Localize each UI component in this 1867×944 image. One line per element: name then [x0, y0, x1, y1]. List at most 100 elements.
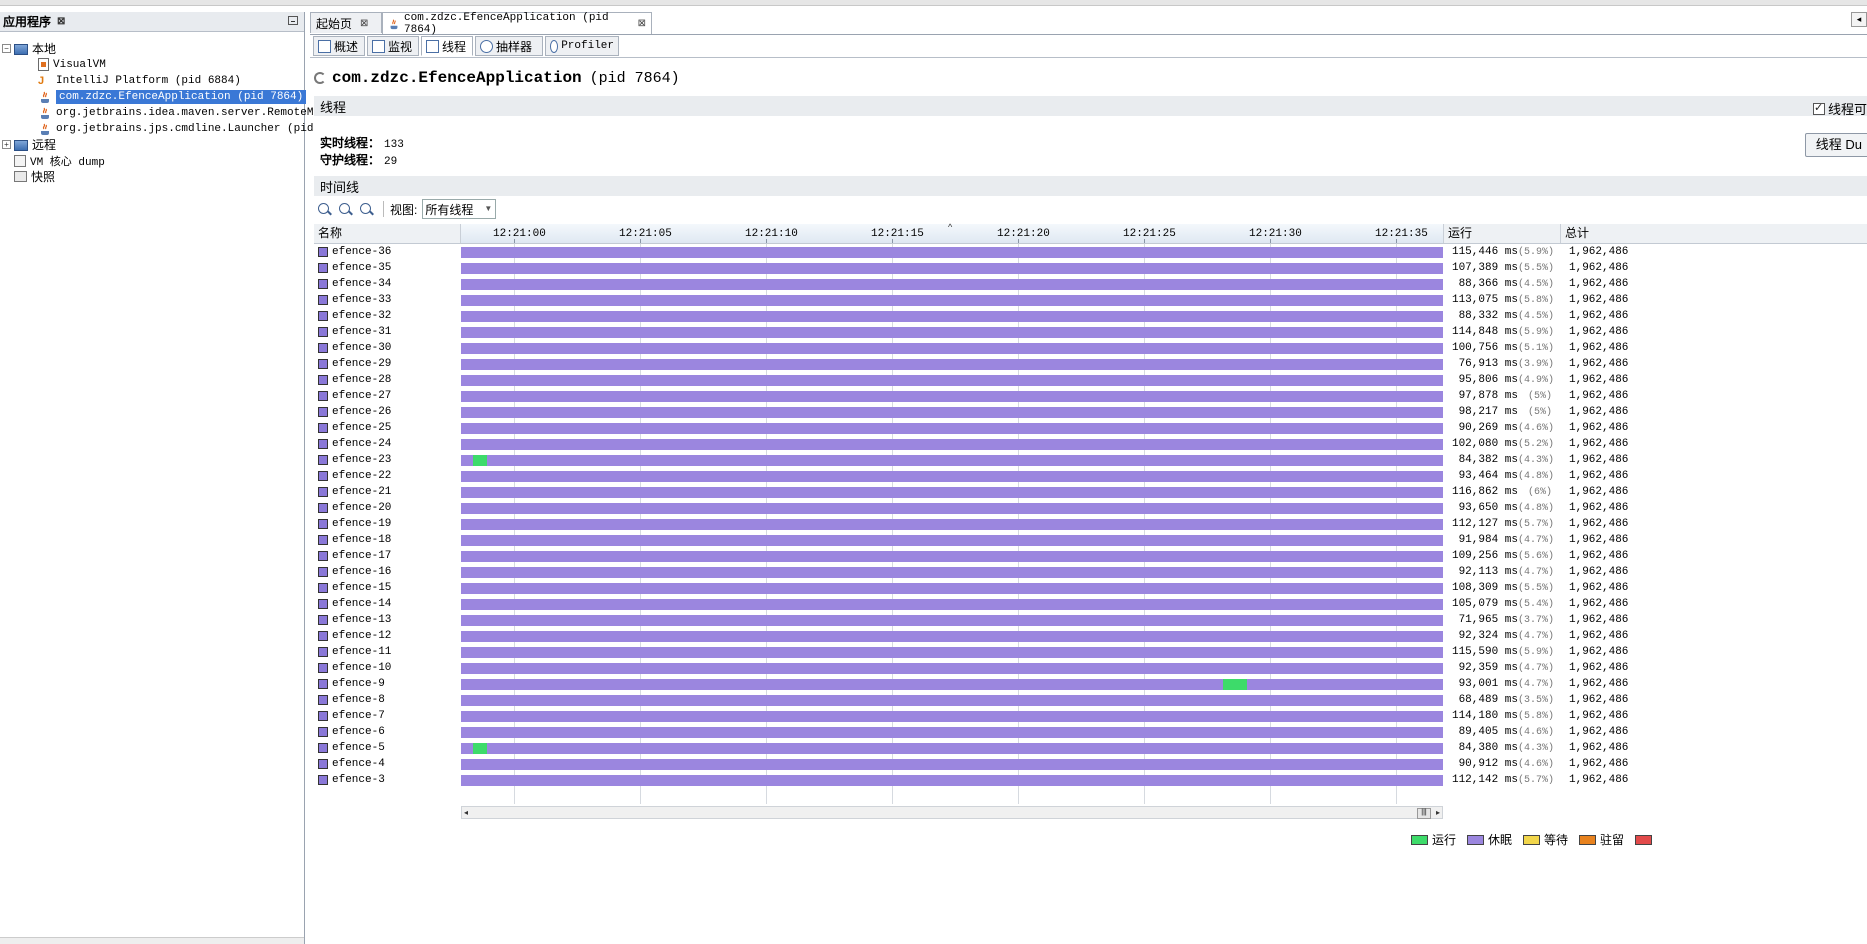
tree-node-snapshots[interactable]: 快照: [14, 168, 55, 185]
thread-row[interactable]: efence-24 102,080 ms(5.2%) 1,962,486: [314, 436, 1867, 452]
column-running-header[interactable]: 运行: [1443, 224, 1561, 243]
thread-name-cell: efence-32: [318, 310, 391, 322]
scroll-thumb[interactable]: |||: [1417, 808, 1431, 819]
tree-item-intellij[interactable]: J IntelliJ Platform (pid 6884): [38, 72, 241, 89]
tree-node-local[interactable]: − 本地: [2, 40, 56, 57]
thread-row[interactable]: efence-34 88,366 ms(4.5%) 1,962,486: [314, 276, 1867, 292]
close-icon[interactable]: ⊠: [360, 18, 368, 29]
thread-row[interactable]: efence-17 109,256 ms(5.6%) 1,962,486: [314, 548, 1867, 564]
horizontal-scrollbar[interactable]: [0, 937, 304, 944]
tab-efence-application[interactable]: com.zdzc.EfenceApplication (pid 7864) ⊠: [382, 12, 652, 36]
thread-state-icon: [318, 455, 328, 465]
thread-row[interactable]: efence-21 116,862 ms (6%) 1,962,486: [314, 484, 1867, 500]
running-time-cell: 92,113 ms(4.7%): [1447, 566, 1554, 578]
thread-row[interactable]: efence-9 93,001 ms(4.7%) 1,962,486: [314, 676, 1867, 692]
thread-row[interactable]: efence-15 108,309 ms(5.5%) 1,962,486: [314, 580, 1867, 596]
zoom-out-icon[interactable]: [338, 202, 353, 217]
thread-row[interactable]: efence-11 115,590 ms(5.9%) 1,962,486: [314, 644, 1867, 660]
tab-threads[interactable]: 线程: [421, 36, 473, 56]
thread-row[interactable]: efence-23 84,382 ms(4.3%) 1,962,486: [314, 452, 1867, 468]
thread-row[interactable]: efence-6 89,405 ms(4.6%) 1,962,486: [314, 724, 1867, 740]
thread-name: efence-17: [332, 550, 392, 562]
tree-item-jps-launcher[interactable]: org.jetbrains.jps.cmdline.Launcher (pid …: [38, 120, 327, 137]
thread-row[interactable]: efence-18 91,984 ms(4.7%) 1,962,486: [314, 532, 1867, 548]
zoom-fit-icon[interactable]: [359, 202, 374, 217]
running-time-cell: 114,180 ms(5.8%): [1447, 710, 1554, 722]
thread-row[interactable]: efence-32 88,332 ms(4.5%) 1,962,486: [314, 308, 1867, 324]
running-percent: (6%): [1527, 487, 1552, 498]
tab-sampler[interactable]: 抽样器: [475, 36, 543, 56]
column-total-header[interactable]: 总计: [1561, 224, 1867, 243]
thread-row[interactable]: efence-19 112,127 ms(5.7%) 1,962,486: [314, 516, 1867, 532]
tree-node-remote[interactable]: + 远程: [2, 136, 56, 153]
scroll-right-arrow-icon[interactable]: ▸: [1436, 807, 1440, 818]
thread-name-cell: efence-22: [318, 470, 391, 482]
thread-row[interactable]: efence-4 90,912 ms(4.6%) 1,962,486: [314, 756, 1867, 772]
thread-name: efence-4: [332, 758, 385, 770]
thread-state-icon: [318, 743, 328, 753]
checkbox-checked-icon[interactable]: [1812, 101, 1825, 115]
running-percent: (5.6%): [1518, 551, 1555, 562]
running-time-cell: 91,984 ms(4.7%): [1447, 534, 1554, 546]
scroll-left-icon[interactable]: ◂: [1851, 12, 1867, 27]
tab-monitor[interactable]: 监视: [367, 36, 419, 56]
thread-row[interactable]: efence-13 71,965 ms(3.7%) 1,962,486: [314, 612, 1867, 628]
minimize-icon[interactable]: [288, 16, 298, 25]
timeline-axis[interactable]: ^ 12:21:00 12:21:05 12:21:10 12:21:15 12:21:…: [461, 222, 1443, 243]
tab-sampler-label: 抽样器: [496, 39, 533, 54]
view-dropdown[interactable]: 所有线程 ▼: [422, 199, 497, 219]
visualvm-icon: [38, 58, 49, 71]
tree-node-local-label: 本地: [32, 42, 57, 56]
tree-item-visualvm[interactable]: VisualVM: [38, 56, 106, 73]
thread-row[interactable]: efence-22 93,464 ms(4.8%) 1,962,486: [314, 468, 1867, 484]
thread-row[interactable]: efence-33 113,075 ms(5.8%) 1,962,486: [314, 292, 1867, 308]
thread-row[interactable]: efence-25 90,269 ms(4.6%) 1,962,486: [314, 420, 1867, 436]
thread-name: efence-8: [332, 694, 385, 706]
thread-row[interactable]: efence-3 112,142 ms(5.7%) 1,962,486: [314, 772, 1867, 788]
expand-icon[interactable]: +: [2, 140, 11, 149]
thread-row[interactable]: efence-10 92,359 ms(4.7%) 1,962,486: [314, 660, 1867, 676]
thread-row[interactable]: efence-27 97,878 ms (5%) 1,962,486: [314, 388, 1867, 404]
column-name-header[interactable]: 名称: [314, 224, 461, 243]
thread-row[interactable]: efence-20 93,650 ms(4.8%) 1,962,486: [314, 500, 1867, 516]
threads-visible-checkbox[interactable]: 线程可: [1812, 99, 1867, 118]
thread-row[interactable]: efence-28 95,806 ms(4.9%) 1,962,486: [314, 372, 1867, 388]
thread-row[interactable]: efence-14 105,079 ms(5.4%) 1,962,486: [314, 596, 1867, 612]
tab-start-page[interactable]: 起始页 ⊠: [310, 12, 382, 33]
timeline-horizontal-scrollbar[interactable]: ◂ ||| ▸: [461, 806, 1443, 819]
thread-name-cell: efence-28: [318, 374, 391, 386]
tree-item-label: org.jetbrains.idea.maven.server.RemoteMa…: [56, 106, 327, 119]
thread-row[interactable]: efence-30 100,756 ms(5.1%) 1,962,486: [314, 340, 1867, 356]
tab-overview[interactable]: 概述: [313, 36, 365, 56]
thread-row[interactable]: efence-16 92,113 ms(4.7%) 1,962,486: [314, 564, 1867, 580]
running-time-cell: 92,359 ms(4.7%): [1447, 662, 1554, 674]
thread-row[interactable]: efence-31 114,848 ms(5.9%) 1,962,486: [314, 324, 1867, 340]
thread-dump-button[interactable]: 线程 Du: [1804, 133, 1867, 157]
tree-node-vm-dump[interactable]: VM 核心 dump: [14, 152, 105, 169]
close-icon[interactable]: ⊠: [638, 18, 646, 29]
total-time-cell: 1,962,486: [1569, 294, 1629, 306]
thread-row[interactable]: efence-29 76,913 ms(3.9%) 1,962,486: [314, 356, 1867, 372]
thread-row[interactable]: efence-12 92,324 ms(4.7%) 1,962,486: [314, 628, 1867, 644]
thread-row[interactable]: efence-7 114,180 ms(5.8%) 1,962,486: [314, 708, 1867, 724]
thread-row[interactable]: efence-8 68,489 ms(3.5%) 1,962,486: [314, 692, 1867, 708]
running-time: 93,001 ms: [1458, 678, 1518, 690]
scroll-left-arrow-icon[interactable]: ◂: [464, 807, 468, 818]
collapse-icon[interactable]: −: [2, 44, 11, 53]
tree-item-maven-server[interactable]: org.jetbrains.idea.maven.server.RemoteMa…: [38, 104, 327, 121]
running-percent: (4.3%): [1518, 455, 1555, 466]
thread-state-icon: [318, 775, 328, 785]
thread-row[interactable]: efence-35 107,389 ms(5.5%) 1,962,486: [314, 260, 1867, 276]
thread-row[interactable]: efence-5 84,380 ms(4.3%) 1,962,486: [314, 740, 1867, 756]
zoom-in-icon[interactable]: [317, 202, 332, 217]
thread-state-icon: [318, 535, 328, 545]
thread-timeline-bar: [461, 279, 1443, 290]
close-icon[interactable]: ⊠: [57, 16, 65, 27]
running-percent: (5%): [1527, 391, 1552, 402]
tab-profiler[interactable]: Profiler: [545, 36, 619, 56]
thread-row[interactable]: efence-26 98,217 ms (5%) 1,962,486: [314, 404, 1867, 420]
thread-name-cell: efence-17: [318, 550, 391, 562]
thread-state-icon: [318, 487, 328, 497]
thread-row[interactable]: efence-36 115,446 ms(5.9%) 1,962,486: [314, 244, 1867, 260]
tree-item-efence-app[interactable]: com.zdzc.EfenceApplication (pid 7864): [38, 88, 307, 105]
